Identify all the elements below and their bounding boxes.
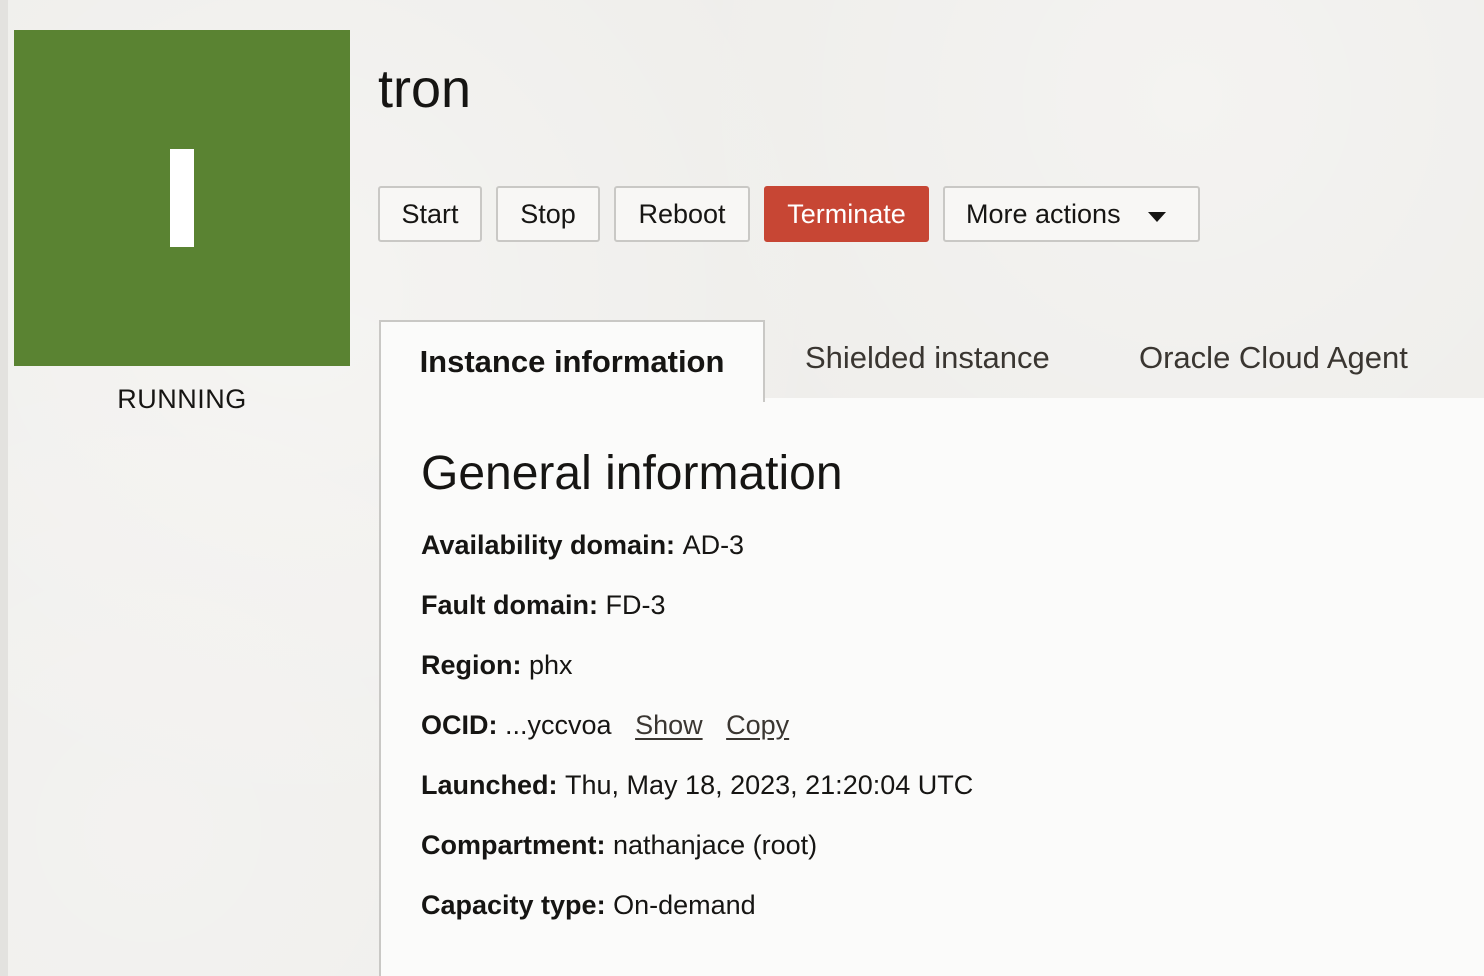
status-label: RUNNING — [117, 384, 247, 414]
reboot-button[interactable]: Reboot — [614, 186, 750, 242]
availability-domain-row: Availability domain: AD-3 — [421, 530, 744, 561]
availability-domain-label: Availability domain: — [421, 530, 683, 560]
launched-row: Launched: Thu, May 18, 2023, 21:20:04 UT… — [421, 770, 973, 801]
page-edge — [0, 0, 8, 976]
availability-domain-value: AD-3 — [682, 530, 745, 560]
tab-shielded-instance[interactable]: Shielded instance — [805, 318, 1050, 398]
ocid-label: OCID: — [421, 710, 505, 740]
more-actions-button[interactable]: More actions — [943, 186, 1200, 242]
ocid-value: ...yccvoa — [505, 710, 612, 740]
terminate-button[interactable]: Terminate — [764, 186, 929, 242]
page-title: tron — [378, 59, 472, 119]
launched-value: Thu, May 18, 2023, 21:20:04 UTC — [565, 770, 974, 800]
instance-status-tile — [14, 30, 350, 366]
instance-information-panel: General information Availability domain:… — [379, 398, 1484, 976]
fault-domain-value: FD-3 — [605, 590, 666, 620]
general-information-heading: General information — [421, 447, 843, 500]
compartment-value: nathanjace (root) — [613, 830, 818, 860]
stop-button[interactable]: Stop — [496, 186, 600, 242]
ocid-show-link[interactable]: Show — [635, 710, 703, 740]
start-button[interactable]: Start — [378, 186, 482, 242]
tab-bar: Instance information Shielded instance O… — [379, 318, 1484, 402]
ocid-copy-link[interactable]: Copy — [726, 710, 789, 740]
instance-letter-glyph — [170, 149, 194, 247]
caret-down-icon — [1148, 212, 1166, 222]
launched-label: Launched: — [421, 770, 566, 800]
region-label: Region: — [421, 650, 529, 680]
capacity-type-label: Capacity type: — [421, 890, 614, 920]
compartment-label: Compartment: — [421, 830, 614, 860]
more-actions-label: More actions — [966, 198, 1121, 229]
region-row: Region: phx — [421, 650, 573, 681]
fault-domain-row: Fault domain: FD-3 — [421, 590, 666, 621]
capacity-type-value: On-demand — [613, 890, 756, 920]
region-value: phx — [529, 650, 573, 680]
compartment-row: Compartment: nathanjace (root) — [421, 830, 817, 861]
tab-instance-information[interactable]: Instance information — [379, 320, 765, 402]
capacity-type-row: Capacity type: On-demand — [421, 890, 756, 921]
tab-oracle-cloud-agent[interactable]: Oracle Cloud Agent — [1139, 318, 1408, 398]
ocid-row: OCID: ...yccvoa Show Copy — [421, 710, 789, 741]
instance-letter-icon — [14, 30, 350, 366]
fault-domain-label: Fault domain: — [421, 590, 606, 620]
